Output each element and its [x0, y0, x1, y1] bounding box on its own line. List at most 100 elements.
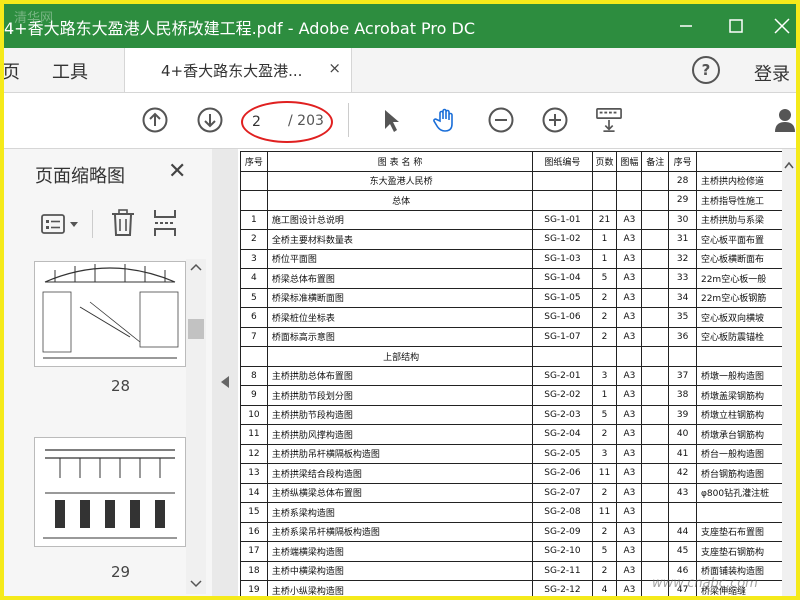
header-size: 图幅 — [616, 151, 643, 172]
cell-name-right: 空心板双向横坡 — [695, 307, 796, 328]
cell-code: SG-2-06 — [532, 463, 593, 484]
cell-remark — [641, 287, 670, 308]
cell-remark — [641, 502, 670, 523]
zoom-in-icon[interactable] — [542, 107, 568, 133]
cell-name-right: 22m空心板钢筋 — [695, 287, 796, 308]
cell-remark — [641, 307, 670, 328]
cell-remark — [641, 248, 670, 269]
cell-pages: 2 — [591, 287, 618, 308]
cell-remark — [641, 482, 670, 503]
cell-pages: 2 — [591, 521, 618, 542]
share-user-icon[interactable] — [774, 107, 800, 133]
cell-name-right: 支座垫石钢筋构 — [695, 541, 796, 562]
maximize-button[interactable] — [722, 12, 750, 40]
sidebar-scroll-thumb[interactable] — [188, 319, 204, 339]
toolbar: / 203 — [4, 93, 796, 213]
table-row: 5 桥梁标准横断面图 SG-1-05 2 A3 34 22m空心板钢筋 — [240, 287, 796, 308]
scroll-down-icon[interactable] — [190, 580, 202, 588]
page-down-icon[interactable] — [197, 107, 223, 133]
thumbnail-options-icon[interactable] — [40, 212, 84, 236]
trash-icon[interactable] — [110, 209, 136, 237]
doc-scroll-up-icon[interactable] — [784, 161, 794, 169]
cell-pages: 4 — [591, 580, 618, 596]
sidebar-close-icon[interactable]: ✕ — [168, 159, 186, 184]
page-number-highlight-circle — [241, 101, 333, 143]
cell-remark — [641, 541, 670, 562]
cell-pages: 1 — [591, 248, 618, 269]
page-thumbnail-28[interactable] — [34, 261, 186, 367]
cell-no: 7 — [240, 326, 268, 347]
cell-remark — [641, 443, 670, 464]
document-tab[interactable]: 4+香大路东大盈港... × — [124, 48, 352, 92]
keyboard-icon[interactable] — [594, 107, 624, 133]
cell-name: 主桥拱肋节段构造图 — [266, 404, 534, 425]
scroll-up-icon[interactable] — [190, 263, 202, 271]
cell-code: SG-1-05 — [532, 287, 593, 308]
cell-no: 16 — [240, 521, 268, 542]
thumbnail-sidebar: 页面缩略图 ✕ 28 29 — [4, 149, 213, 596]
table-row: 7 桥面标高示意图 SG-1-07 2 A3 36 空心板防震锚栓 — [240, 326, 796, 347]
cell-no: 1 — [240, 209, 268, 230]
menu-home[interactable]: 页 — [4, 58, 20, 84]
cell-name: 主桥系梁构造图 — [266, 502, 534, 523]
cell-name: 主桥系梁吊杆横隔板构造图 — [266, 521, 534, 542]
cell-pages: 2 — [591, 424, 618, 445]
cell-remark — [641, 424, 670, 445]
cell-no-right — [668, 346, 697, 367]
cell-size: A3 — [616, 424, 643, 445]
cell-no-right: 44 — [668, 521, 697, 542]
login-button[interactable]: 登录 — [754, 60, 790, 86]
cell-remark — [641, 209, 670, 230]
cell-name: 桥面标高示意图 — [266, 326, 534, 347]
menu-tools[interactable]: 工具 — [52, 58, 88, 84]
cell-size: A3 — [616, 209, 643, 230]
cell-pages: 5 — [591, 541, 618, 562]
page-up-icon[interactable] — [142, 107, 168, 133]
cell-size: A3 — [616, 463, 643, 484]
cell-name-right: 桥墩承台钢筋构 — [695, 424, 796, 445]
cell-code: SG-2-01 — [532, 365, 593, 386]
table-row: 12 主桥拱肋吊杆横隔板构造图 SG-2-05 3 A3 41 桥台一般构造图 — [240, 443, 796, 464]
acrobat-window: 清华网 4+香大路东大盈港人民桥改建工程.pdf - Adobe Acrobat… — [0, 0, 800, 600]
cell-code: SG-1-04 — [532, 268, 593, 289]
cell-no-right: 33 — [668, 268, 697, 289]
table-row: 9 主桥拱肋节段划分图 SG-2-02 1 A3 38 桥墩盖梁钢筋构 — [240, 385, 796, 406]
document-tab-label: 4+香大路东大盈港... — [161, 62, 303, 80]
cell-name-right: 桥台钢筋构造图 — [695, 463, 796, 484]
cell-no-right: 35 — [668, 307, 697, 328]
sidebar-scrollbar[interactable] — [186, 259, 206, 594]
cell-size: A3 — [616, 580, 643, 596]
sidebar-tools-divider — [92, 210, 93, 238]
cell-name-right: 22m空心板一般 — [695, 268, 796, 289]
table-row: 16 主桥系梁吊杆横隔板构造图 SG-2-09 2 A3 44 支座垫石布置图 — [240, 521, 796, 542]
cell-code: SG-2-05 — [532, 443, 593, 464]
window-title: 4+香大路东大盈港人民桥改建工程.pdf - Adobe Acrobat Pro… — [4, 19, 476, 38]
hand-icon[interactable] — [432, 107, 458, 133]
cell-name: 桥梁总体布置图 — [266, 268, 534, 289]
cell-name: 主桥小纵梁构造图 — [266, 580, 534, 596]
close-window-button[interactable] — [768, 12, 796, 40]
minimize-button[interactable] — [672, 12, 700, 40]
collapse-left-icon — [221, 376, 229, 388]
table-row: 14 主桥纵横梁总体布置图 SG-2-07 2 A3 43 φ800钻孔灌注桩 — [240, 482, 796, 503]
help-icon[interactable]: ? — [692, 56, 720, 84]
cell-no-right: 32 — [668, 248, 697, 269]
zoom-out-icon[interactable] — [488, 107, 514, 133]
header-name-right — [695, 151, 796, 172]
document-scrollbar[interactable] — [782, 149, 796, 596]
page-thumbnail-29[interactable] — [34, 437, 186, 547]
cell-no-right: 40 — [668, 424, 697, 445]
extract-pages-icon[interactable] — [152, 209, 178, 237]
cell-size: A3 — [616, 560, 643, 581]
cell-size: A3 — [616, 326, 643, 347]
cell-no: 9 — [240, 385, 268, 406]
cell-pages: 5 — [591, 404, 618, 425]
cell-no: 11 — [240, 424, 268, 445]
cell-pages: 11 — [591, 463, 618, 484]
select-arrow-icon[interactable] — [378, 107, 404, 133]
tab-close-icon[interactable]: × — [328, 59, 341, 77]
header-remark: 备注 — [641, 151, 670, 172]
cell-remark — [641, 190, 670, 211]
sidebar-collapse-handle[interactable] — [212, 149, 238, 596]
cell-remark — [641, 229, 670, 250]
